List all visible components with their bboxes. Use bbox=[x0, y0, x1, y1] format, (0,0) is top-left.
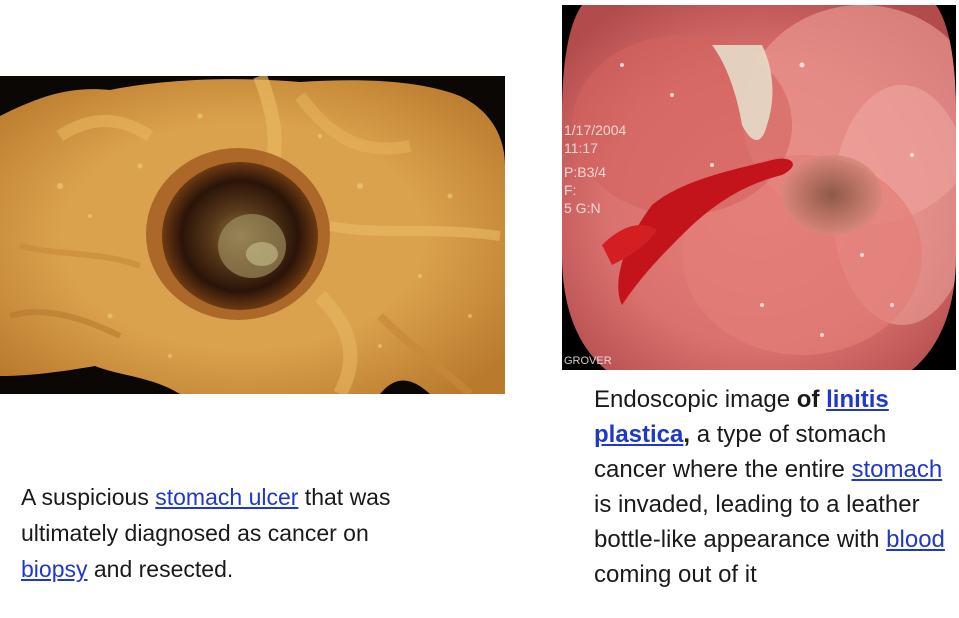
ulcer-caption-text-3: and resected. bbox=[87, 556, 234, 582]
stomach-ulcer-link[interactable]: stomach ulcer bbox=[155, 484, 298, 510]
stomach-ulcer-photo bbox=[0, 76, 505, 394]
endoscope-setting-g: 5 G:N bbox=[564, 200, 601, 216]
biopsy-link[interactable]: biopsy bbox=[21, 556, 87, 582]
ulcer-caption-text-1: A suspicious bbox=[21, 484, 156, 510]
endoscopic-linitis-plastica-photo: 1/17/2004 11:17 P:B3/4 F: 5 G:N GROVER bbox=[562, 5, 956, 370]
endoscope-time: 11:17 bbox=[564, 140, 598, 156]
endoscope-setting-p: P:B3/4 bbox=[564, 164, 606, 180]
endoscope-footer: GROVER bbox=[564, 355, 612, 367]
endoscopy-caption-bold-1: of bbox=[796, 386, 827, 413]
endoscopy-caption-text-1: Endoscopic image bbox=[594, 386, 797, 413]
endoscope-date: 1/17/2004 bbox=[564, 122, 626, 138]
endoscope-setting-f: F: bbox=[564, 182, 576, 198]
endoscopy-caption: Endoscopic image of linitis plastica, a … bbox=[594, 382, 959, 592]
stomach-link[interactable]: stomach bbox=[851, 456, 942, 483]
blood-link[interactable]: blood bbox=[886, 526, 945, 553]
ulcer-caption: A suspicious stomach ulcer that was ulti… bbox=[21, 479, 416, 587]
endoscopy-caption-text-4: coming out of it bbox=[594, 561, 757, 588]
endoscopy-caption-text-3: is invaded, leading to a leather bottle-… bbox=[594, 491, 920, 553]
